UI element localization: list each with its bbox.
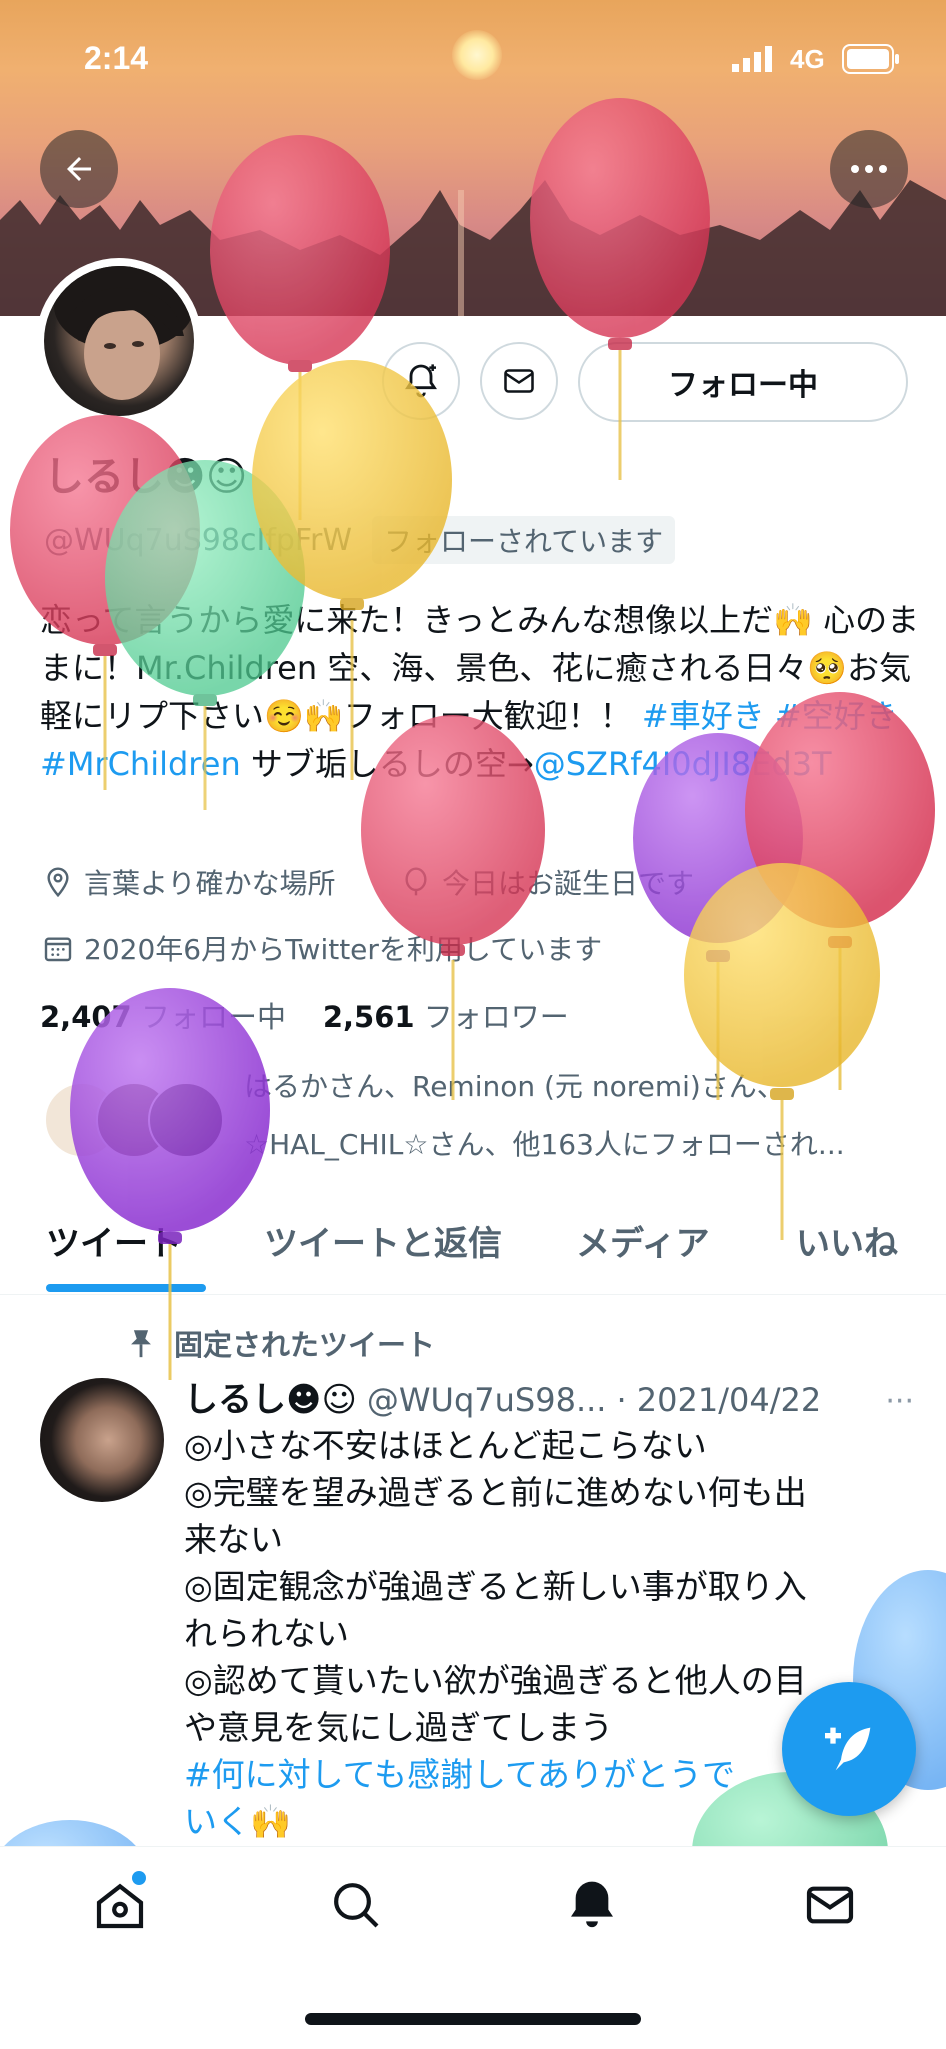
follow-stats: 2,407 フォロー中 2,561 フォロワー (40, 994, 569, 1036)
followers-count: 2,561 (322, 1000, 415, 1034)
message-button[interactable] (480, 342, 558, 420)
profile-joined: 2020年6月からTwitterを利用しています (84, 933, 603, 966)
followed-by-line: はるかさん、Reminon (元 noremi)さん、 (244, 1070, 785, 1103)
following-count: 2,407 (40, 1000, 132, 1034)
notifications-icon (571, 1881, 613, 1928)
feather-plus-icon (825, 1727, 871, 1771)
tweet-line: ◎小さな不安はほとんど起こらない (184, 1426, 707, 1465)
bell-plus-icon (405, 364, 437, 398)
bio-hashtag[interactable]: #空好き (775, 697, 898, 735)
status-time: 2:14 (84, 40, 149, 76)
joined-row: 2020年6月からTwitterを利用しています (42, 928, 602, 968)
balloon (633, 733, 803, 1100)
more-dots-icon (851, 165, 887, 173)
profile-avatar[interactable] (44, 266, 194, 416)
nav-search[interactable] (328, 1877, 384, 1933)
envelope-icon (504, 369, 534, 393)
signal-icon (732, 46, 776, 76)
compose-tweet-button[interactable] (782, 1682, 916, 1816)
profile-location: 言葉より確かな場所 (84, 867, 336, 900)
tweet-line: ◎固定観念が強過ぎると新しい事が取り入 (184, 1567, 807, 1606)
active-tab-indicator (46, 1284, 206, 1292)
follower-avatar (148, 1082, 224, 1158)
tab-likes[interactable]: いいね (796, 1216, 898, 1265)
following-stat[interactable]: 2,407 フォロー中 (40, 1000, 286, 1034)
back-button[interactable] (40, 130, 118, 208)
notification-dot (132, 1871, 146, 1885)
tab-tweets-and-replies[interactable]: ツイートと返信 (264, 1216, 502, 1265)
birthday-row: 今日はお誕生日です (400, 862, 694, 902)
balloon-icon (405, 867, 427, 896)
tweet-line: れられない (184, 1614, 349, 1653)
bio-hashtag[interactable]: #MrChildren (40, 745, 241, 783)
more-options-button[interactable] (830, 130, 908, 208)
balloon (684, 863, 880, 1240)
bio-mention[interactable]: @SZRf4I0dJI8Ed3T (534, 745, 832, 783)
followed-by-text[interactable]: はるかさん、Reminon (元 noremi)さん、 ☆HAL_CHIL☆さん… (244, 1058, 845, 1174)
location-row: 言葉より確かな場所 (42, 862, 335, 902)
followed-by-avatars[interactable] (44, 1082, 224, 1158)
tweet-header: しるし☻☺ @WUq7uS98... · 2021/04/22 ··· (184, 1372, 914, 1421)
handle-row: @WUq7uS98cIfpFrW フォローされています (44, 516, 676, 564)
arrow-left-icon (67, 157, 91, 181)
tweet-line: 来ない (184, 1520, 283, 1559)
tweet-author-name[interactable]: しるし☻☺ (184, 1372, 357, 1421)
followers-label: フォロワー (423, 1000, 569, 1034)
followed-by-line: ☆HAL_CHIL☆さん、他163人にフォローされ... (244, 1128, 845, 1161)
pin-icon (131, 1330, 151, 1358)
profile-handle: @WUq7uS98cIfpFrW (44, 522, 352, 558)
follows-you-badge: フォローされています (372, 516, 676, 564)
search-icon (334, 1883, 379, 1928)
tweet-date: · 2021/04/22 (616, 1381, 822, 1419)
tweet-author-handle: @WUq7uS98... (366, 1381, 607, 1419)
nav-messages[interactable] (802, 1877, 858, 1933)
bio-hashtag[interactable]: #車好き (642, 697, 765, 735)
calendar-icon (44, 937, 72, 962)
nav-notifications[interactable] (564, 1877, 620, 1933)
pinned-header: 固定されたツイート (124, 1322, 435, 1364)
battery-icon (842, 44, 900, 78)
nav-home[interactable] (92, 1871, 148, 1933)
pinned-label: 固定されたツイート (174, 1328, 436, 1362)
followers-stat[interactable]: 2,561 フォロワー (323, 1000, 569, 1034)
profile-bio: 恋って言うから愛に来た！きっとみんな想像以上だ🙌 心のままに！Mr.Childr… (40, 596, 920, 788)
messages-icon (806, 1886, 854, 1924)
tweet-author-avatar[interactable] (40, 1378, 164, 1502)
profile-display-name: しるし☻☺ (44, 454, 248, 500)
location-pin-icon (47, 867, 69, 898)
profile-tabs: ツイート ツイートと返信 メディア いいね (0, 1198, 946, 1295)
tweet-more-icon[interactable]: ··· (885, 1384, 914, 1419)
bio-suffix: サブ垢しるしの空→ (250, 745, 534, 783)
following-label: フォロー中 (140, 1000, 286, 1034)
following-button[interactable]: フォロー中 (578, 342, 908, 422)
home-indicator (305, 2013, 641, 2025)
sun-in-banner (452, 30, 502, 80)
tweet-line: ◎完璧を望み過ぎると前に進めない何も出 (184, 1473, 807, 1512)
network-type: 4G (790, 44, 825, 74)
notification-bell-button[interactable] (382, 342, 460, 420)
profile-birthday: 今日はお誕生日です (442, 867, 695, 900)
home-icon (96, 1883, 144, 1929)
tab-tweets[interactable]: ツイート (46, 1216, 182, 1265)
tab-media[interactable]: メディア (576, 1216, 710, 1265)
